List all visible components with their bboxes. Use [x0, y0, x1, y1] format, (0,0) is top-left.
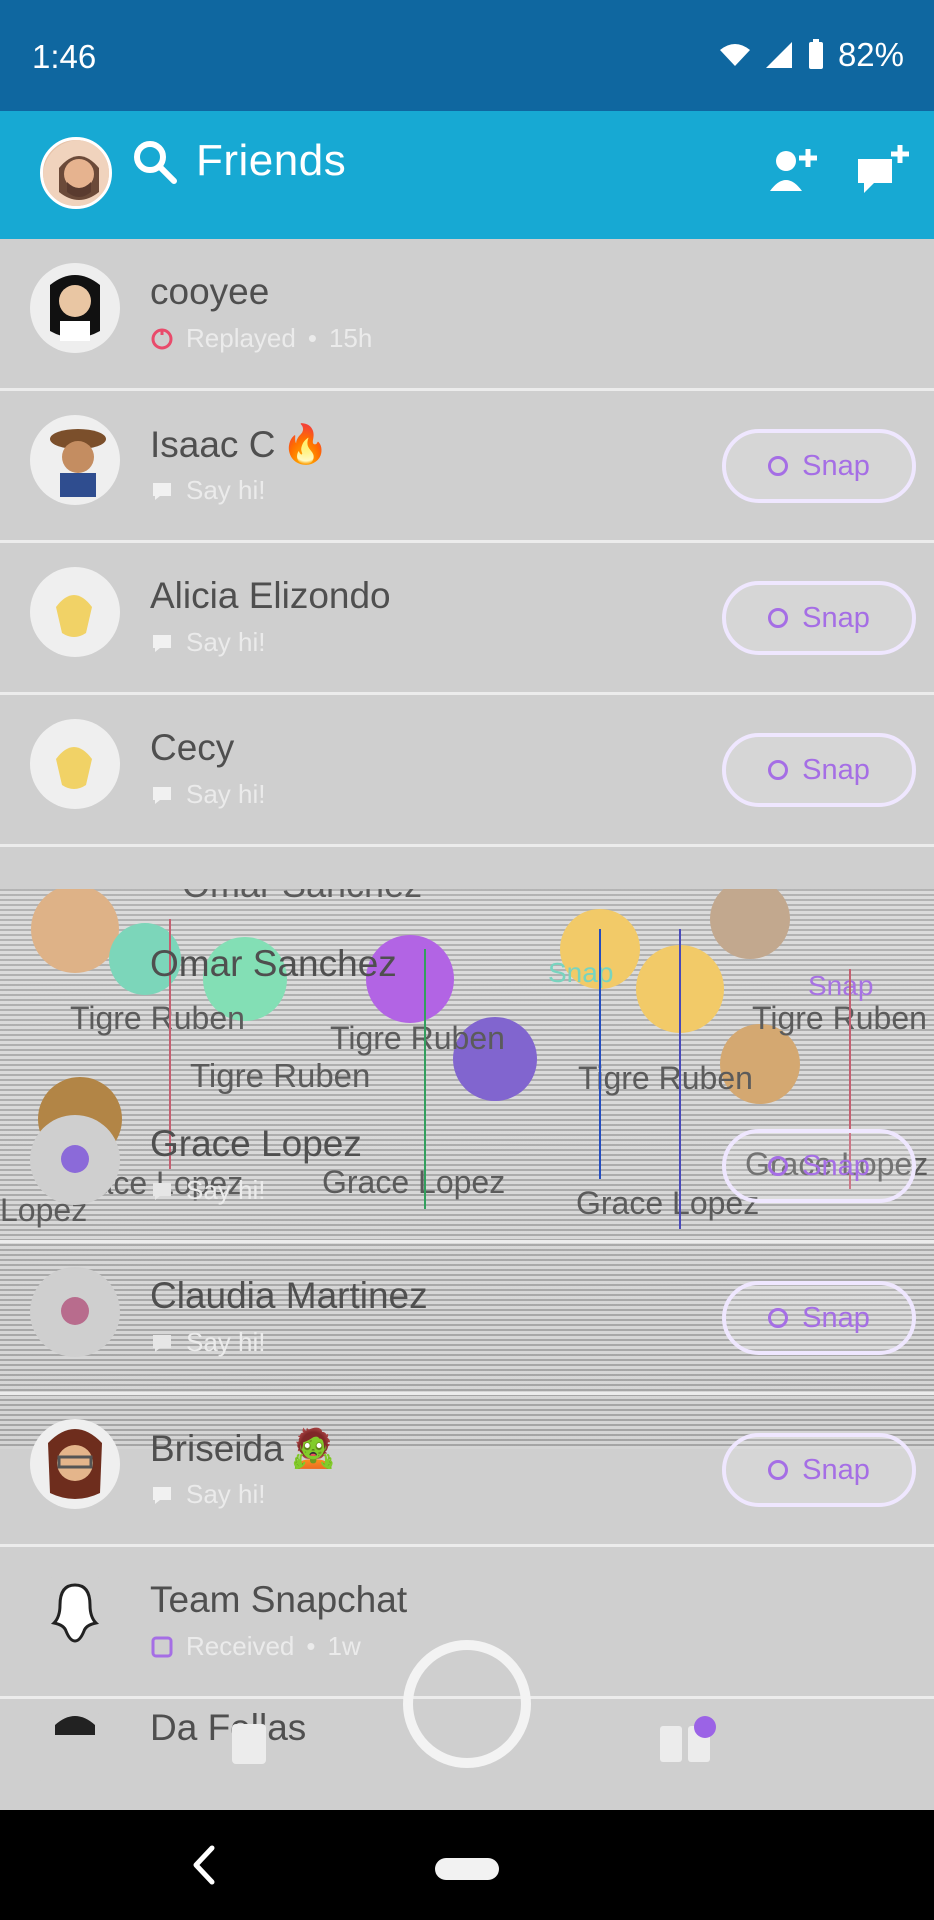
snap-button[interactable]: Snap [722, 1129, 916, 1203]
friend-subtitle: Say hi! [150, 1175, 266, 1206]
wifi-icon [718, 42, 752, 68]
snap-label: Snap [802, 1301, 870, 1334]
search-icon[interactable] [130, 137, 178, 185]
friend-time: 15h [328, 323, 373, 353]
status-icons: 82% [718, 36, 904, 74]
friend-subtitle: Say hi! [150, 1327, 266, 1358]
avatar [30, 1419, 120, 1509]
friend-name: Alicia Elizondo [150, 575, 391, 616]
chat-bubble-icon [150, 1179, 174, 1203]
list-item[interactable]: Briseida 🧟 Say hi! Snap [0, 1395, 934, 1547]
snap-label: Snap [802, 1149, 870, 1182]
bottom-navigation [0, 1640, 934, 1810]
snap-icon [768, 1156, 789, 1176]
chat-icon[interactable] [232, 1724, 266, 1764]
snap-icon [768, 1308, 789, 1328]
snap-icon [768, 760, 789, 780]
fire-emoji-icon: 🔥 [281, 424, 329, 466]
snap-button[interactable]: Snap [722, 733, 916, 807]
chat-bubble-icon [150, 1331, 174, 1355]
avatar [30, 263, 120, 353]
profile-avatar[interactable] [40, 137, 112, 209]
battery-icon [806, 39, 826, 71]
avatar [30, 567, 120, 657]
friend-status-text: Say hi! [186, 475, 266, 505]
system-navigation-bar [0, 1810, 934, 1920]
friend-status-text: Say hi! [186, 1327, 266, 1357]
friend-status-text: Say hi! [186, 779, 266, 809]
snap-button[interactable]: Snap [722, 1433, 916, 1507]
list-item[interactable]: Omar Sanchez [0, 911, 934, 1063]
friend-subtitle: Say hi! [150, 475, 266, 506]
friend-name: cooyee [150, 271, 270, 312]
back-icon[interactable] [192, 1844, 216, 1886]
separator: • [307, 323, 317, 353]
chat-bubble-icon [150, 479, 174, 503]
friend-name: Grace Lopez [150, 1123, 362, 1164]
avatar [30, 1267, 120, 1357]
snap-icon [768, 1460, 789, 1480]
signal-icon [764, 40, 794, 70]
page-title: Friends [196, 136, 347, 185]
replay-icon [150, 327, 174, 351]
svg-text:Omar Sanchez: Omar Sanchez [182, 889, 422, 905]
list-item[interactable]: Grace Lopez Say hi! Snap [0, 1091, 934, 1243]
camera-capture-button[interactable] [403, 1640, 531, 1768]
friend-name: Briseida 🧟 [150, 1428, 338, 1470]
add-friend-icon[interactable] [762, 139, 824, 201]
snap-button[interactable]: Snap [722, 429, 916, 503]
friend-name: Cecy [150, 727, 235, 768]
new-chat-icon[interactable] [852, 139, 914, 201]
friend-status-text: Replayed [186, 323, 296, 353]
header: Friends [0, 111, 934, 239]
list-item[interactable]: Cecy Say hi! Snap [0, 695, 934, 847]
friend-name: Team Snapchat [150, 1579, 408, 1620]
list-item[interactable]: Claudia Martinez Say hi! Snap [0, 1243, 934, 1395]
status-time: 1:46 [32, 38, 97, 75]
snap-button[interactable]: Snap [722, 1281, 916, 1355]
friends-list[interactable]: cooyee Replayed • 15h Isaac C 🔥 Say hi! … [0, 239, 934, 1810]
snap-icon [768, 456, 789, 476]
friend-subtitle: Replayed • 15h [150, 323, 372, 354]
friend-name: Claudia Martinez [150, 1275, 428, 1316]
snap-label: Snap [802, 449, 870, 482]
list-item[interactable]: cooyee Replayed • 15h [0, 239, 934, 391]
friend-status-text: Say hi! [186, 1479, 266, 1509]
friend-name: Omar Sanchez [150, 943, 397, 984]
friend-subtitle: Say hi! [150, 1479, 266, 1510]
chat-bubble-icon [150, 783, 174, 807]
snap-button[interactable]: Snap [722, 581, 916, 655]
chat-bubble-icon [150, 631, 174, 655]
list-item[interactable]: Isaac C 🔥 Say hi! Snap [0, 391, 934, 543]
notification-dot [694, 1716, 716, 1738]
status-bar: 1:46 82% [0, 0, 934, 111]
snap-label: Snap [802, 601, 870, 634]
friend-status-text: Say hi! [186, 627, 266, 657]
zombie-emoji-icon: 🧟 [289, 1428, 338, 1470]
snap-label: Snap [802, 753, 870, 786]
friend-subtitle: Say hi! [150, 627, 266, 658]
list-item[interactable]: Alicia Elizondo Say hi! Snap [0, 543, 934, 695]
avatar [30, 719, 120, 809]
friend-status-text: Say hi! [186, 1175, 266, 1205]
battery-percent: 82% [837, 36, 904, 73]
avatar [30, 1115, 120, 1205]
snap-icon [768, 608, 789, 628]
avatar [30, 415, 120, 505]
friend-name: Isaac C 🔥 [150, 424, 329, 466]
search-area[interactable]: Friends [130, 136, 346, 186]
friend-subtitle: Say hi! [150, 779, 266, 810]
chat-bubble-icon [150, 1483, 174, 1507]
snap-label: Snap [802, 1453, 870, 1486]
header-actions [762, 139, 914, 201]
home-pill[interactable] [435, 1858, 499, 1880]
